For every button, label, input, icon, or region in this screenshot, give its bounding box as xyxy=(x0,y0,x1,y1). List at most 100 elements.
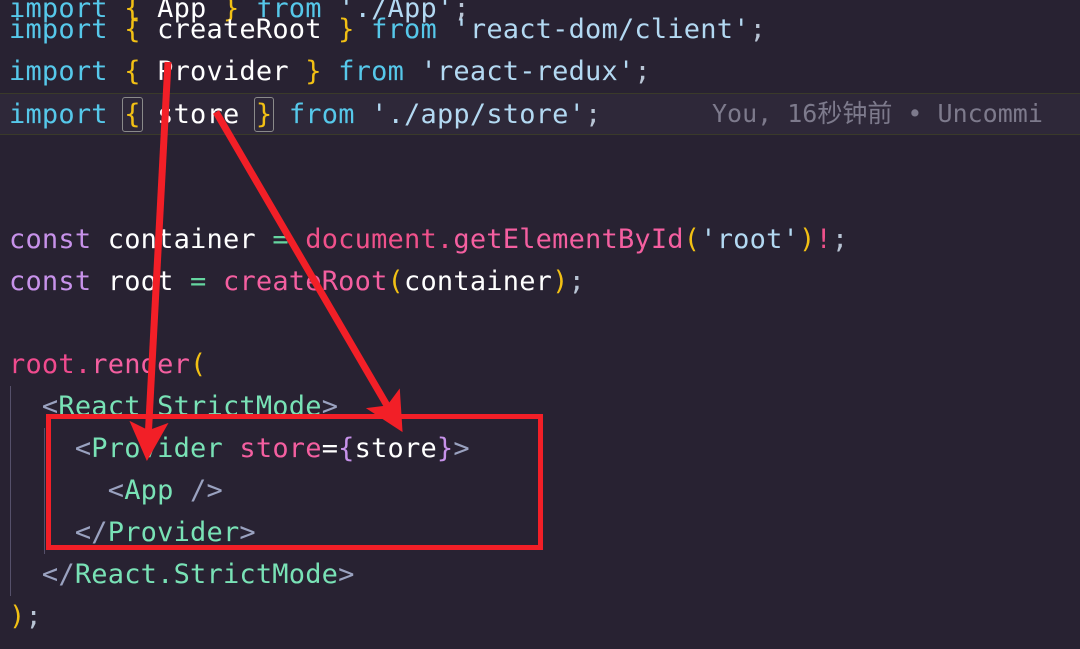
code-token: } xyxy=(305,56,322,87)
code-token: createRoot xyxy=(222,266,388,297)
code-token: /> xyxy=(190,475,223,506)
code-token: React.StrictMode xyxy=(58,391,322,422)
code-token: </ xyxy=(41,559,75,590)
code-token: from xyxy=(288,99,355,130)
code-token: React.StrictMode xyxy=(74,559,339,590)
code-token: getElementById xyxy=(453,224,684,255)
code-token: ) xyxy=(552,266,569,297)
code-line-7[interactable]: const root = createRoot(container); xyxy=(0,261,1080,303)
code-line-text: const root = createRoot(container); xyxy=(0,261,585,303)
code-line-text: import { store } from './app/store'; xyxy=(0,94,602,136)
indent-guide-0 xyxy=(10,386,11,596)
code-token: container xyxy=(404,266,553,297)
code-token: store xyxy=(239,433,322,464)
code-token: 'root' xyxy=(700,224,799,255)
code-token: = xyxy=(272,224,289,255)
code-token: from xyxy=(338,56,405,87)
code-token: > xyxy=(239,517,256,548)
code-token: const xyxy=(9,224,92,255)
code-line-6[interactable]: const container = document.getElementByI… xyxy=(0,219,1080,261)
code-token: ( xyxy=(683,224,701,255)
code-token: import xyxy=(9,14,108,45)
code-token: </ xyxy=(74,517,108,548)
code-token: './app/store' xyxy=(371,99,586,130)
code-token: . xyxy=(74,349,92,380)
code-line-1[interactable]: import { createRoot } from 'react-dom/cl… xyxy=(0,9,1080,51)
code-line-10[interactable]: <React.StrictMode> xyxy=(0,386,1080,428)
code-token: render xyxy=(91,349,191,380)
code-token: container xyxy=(107,224,256,255)
code-line-13[interactable]: </Provider> xyxy=(0,512,1080,554)
code-token: } xyxy=(338,14,355,45)
code-token: import xyxy=(9,99,108,130)
code-line-text: import { createRoot } from 'react-dom/cl… xyxy=(0,9,766,51)
code-token: < xyxy=(74,433,92,464)
code-token: ; xyxy=(585,99,602,130)
code-line-12[interactable]: <App /> xyxy=(0,470,1080,512)
code-token: Provider xyxy=(107,517,240,548)
code-token: Provider xyxy=(91,433,223,464)
code-line-2[interactable]: import { Provider } from 'react-redux'; xyxy=(0,51,1080,93)
code-token: . xyxy=(436,224,454,255)
bracket-match-token: { xyxy=(122,97,143,132)
code-token: > xyxy=(453,433,470,464)
code-token: ) xyxy=(9,601,26,632)
code-token: const xyxy=(9,266,92,297)
code-token: root xyxy=(107,266,174,297)
code-token: ! xyxy=(815,224,832,255)
code-line-9[interactable]: root.render( xyxy=(0,344,1080,386)
code-token: store xyxy=(354,433,437,464)
code-token: { xyxy=(338,433,355,464)
code-token: root xyxy=(9,349,75,380)
code-token: 'react-dom/client' xyxy=(453,14,750,45)
code-token: < xyxy=(107,475,125,506)
code-token: document xyxy=(305,224,437,255)
code-token: } xyxy=(436,433,454,464)
git-blame-annotation[interactable]: You, 16秒钟前 • Uncommi xyxy=(712,93,1043,135)
code-token: from xyxy=(371,14,437,45)
code-token: < xyxy=(41,391,59,422)
code-line-text: </Provider> xyxy=(0,512,256,554)
code-token: ( xyxy=(387,266,405,297)
code-token: ; xyxy=(831,224,849,255)
code-line-14[interactable]: </React.StrictMode> xyxy=(0,554,1080,596)
code-line-text: </React.StrictMode> xyxy=(0,554,355,596)
indent-guide-1 xyxy=(44,428,45,554)
code-token: import xyxy=(9,56,108,87)
bracket-match-token: } xyxy=(253,97,275,132)
code-token: 'react-redux' xyxy=(420,56,635,87)
code-token: > xyxy=(321,391,339,422)
code-line-text: <React.StrictMode> xyxy=(0,386,338,428)
code-token: ; xyxy=(634,56,651,87)
code-token: Provider xyxy=(157,56,289,87)
code-line-text: <Provider store={store}> xyxy=(0,428,470,470)
code-token: ; xyxy=(25,601,42,632)
code-line-text: <App /> xyxy=(0,470,223,512)
code-line-text: root.render( xyxy=(0,344,207,386)
code-line-11[interactable]: <Provider store={store}> xyxy=(0,428,1080,470)
code-line-15[interactable]: ); xyxy=(0,596,1080,638)
code-editor-viewport[interactable]: import { App } from './App'; import { cre… xyxy=(0,0,1080,649)
code-token: ; xyxy=(568,266,586,297)
